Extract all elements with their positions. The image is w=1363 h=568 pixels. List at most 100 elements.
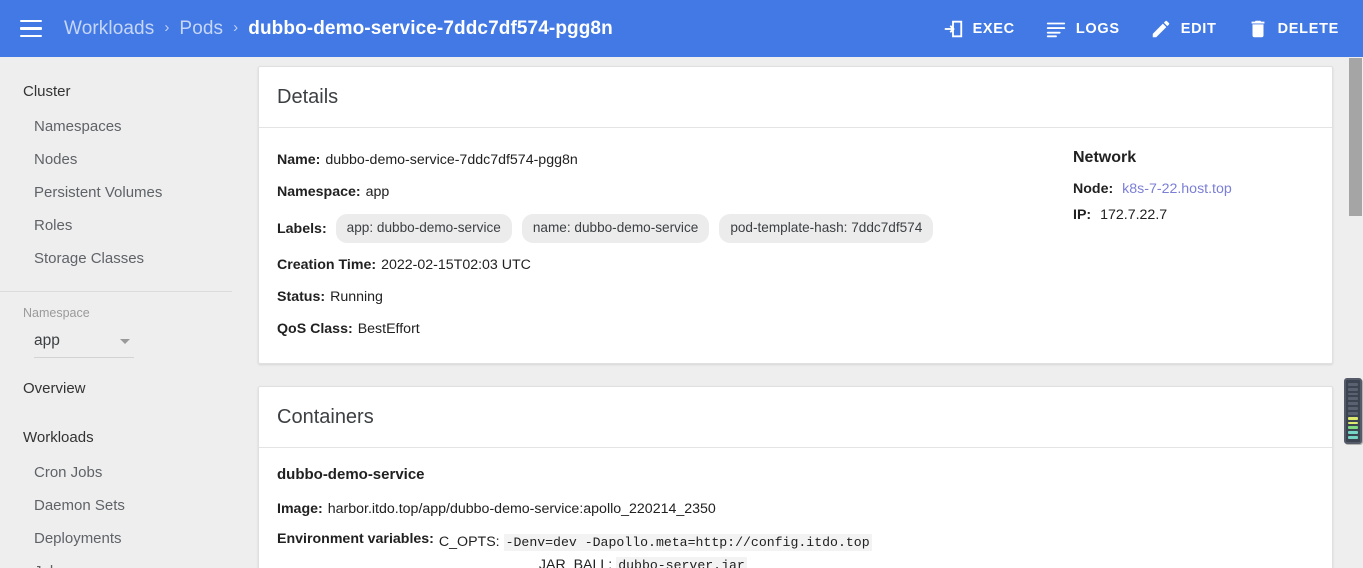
network-section-title: Network: [1073, 149, 1137, 166]
sidebar-group-cluster[interactable]: Cluster: [0, 73, 232, 110]
namespace-select-value: app: [34, 332, 60, 349]
breadcrumb: Workloads › Pods › dubbo-demo-service-7d…: [64, 18, 613, 40]
network-row-node: Node: k8s-7-22.host.top: [1073, 176, 1314, 202]
sidebar-item-roles[interactable]: Roles: [0, 209, 232, 242]
sidebar-item-jobs[interactable]: Jobs: [0, 555, 232, 568]
logs-lines-icon: [1045, 18, 1067, 40]
minimap-line-highlight: [1348, 421, 1358, 425]
edit-button[interactable]: EDIT: [1150, 18, 1217, 40]
delete-button[interactable]: DELETE: [1247, 18, 1339, 40]
container-label-image: Image:: [277, 501, 323, 517]
network-value-node-link[interactable]: k8s-7-22.host.top: [1122, 181, 1232, 197]
minimap-line-highlight: [1348, 431, 1358, 435]
namespace-selector-block: Namespace app: [0, 292, 232, 358]
hamburger-icon[interactable]: [14, 12, 48, 46]
sidebar-item-storage-classes[interactable]: Storage Classes: [0, 242, 232, 275]
trash-icon: [1247, 18, 1269, 40]
minimap-line-highlight: [1348, 436, 1358, 439]
sidebar-item-cron-jobs[interactable]: Cron Jobs: [0, 456, 232, 489]
sidebar-item-deployments[interactable]: Deployments: [0, 522, 232, 555]
env-var-value: dubbo-server.jar: [616, 557, 747, 568]
container-value-image: harbor.itdo.top/app/dubbo-demo-service:a…: [327, 501, 716, 517]
details-card: Details Name: dubbo-demo-service-7ddc7df…: [258, 66, 1333, 364]
container-row-image: Image: harbor.itdo.top/app/dubbo-demo-se…: [277, 493, 1314, 525]
label-chip[interactable]: name: dubbo-demo-service: [521, 214, 710, 243]
exec-button[interactable]: EXEC: [942, 18, 1015, 40]
container-row-env-vars: Environment variables: C_OPTS: -Denv=dev…: [277, 525, 1314, 568]
env-var-list: C_OPTS: -Denv=dev -Dapollo.meta=http://c…: [439, 531, 872, 568]
detail-row-creation-time: Creation Time: 2022-02-15T02:03 UTC: [277, 249, 1037, 281]
logs-button[interactable]: LOGS: [1045, 18, 1120, 40]
label-chip[interactable]: app: dubbo-demo-service: [335, 214, 512, 243]
minimap-line: [1348, 392, 1358, 396]
edit-button-label: EDIT: [1180, 20, 1217, 37]
details-left-column: Name: dubbo-demo-service-7ddc7df574-pgg8…: [277, 144, 1037, 345]
hamburger-bar: [20, 27, 42, 30]
containers-card-title: Containers: [259, 387, 1332, 448]
container-label-env-vars: Environment variables:: [277, 531, 434, 547]
container-name: dubbo-demo-service: [277, 466, 425, 483]
breadcrumb-item-current: dubbo-demo-service-7ddc7df574-pgg8n: [248, 17, 613, 39]
minimap-line: [1348, 402, 1358, 406]
sidebar-item-persistent-volumes[interactable]: Persistent Volumes: [0, 176, 232, 209]
hamburger-bar: [20, 19, 42, 23]
detail-label-labels: Labels:: [277, 220, 327, 237]
sidebar-item-nodes[interactable]: Nodes: [0, 143, 232, 176]
detail-value-name: dubbo-demo-service-7ddc7df574-pgg8n: [325, 152, 578, 168]
sidebar-group-workloads[interactable]: Workloads: [0, 419, 232, 456]
delete-button-label: DELETE: [1277, 20, 1339, 37]
page-scrollbar-thumb[interactable]: [1349, 58, 1362, 216]
network-label-ip: IP:: [1073, 207, 1092, 223]
label-chip[interactable]: pod-template-hash: 7ddc7df574: [719, 214, 934, 243]
env-var-name: C_OPTS:: [438, 534, 500, 550]
breadcrumb-separator-icon: ›: [233, 19, 239, 36]
logs-button-label: LOGS: [1075, 20, 1120, 37]
network-label-node: Node:: [1073, 181, 1114, 197]
detail-label-status: Status:: [277, 289, 326, 305]
detail-row-labels: Labels: app: dubbo-demo-service name: du…: [277, 208, 1037, 249]
page-scrollbar-track[interactable]: [1344, 57, 1363, 568]
details-card-title: Details: [259, 67, 1332, 128]
env-var-name: JAR_BALL:: [538, 557, 613, 568]
minimap-line: [1348, 387, 1358, 391]
breadcrumb-separator-icon: ›: [164, 19, 170, 36]
detail-row-name: Name: dubbo-demo-service-7ddc7df574-pgg8…: [277, 144, 1037, 176]
sidebar-item-daemon-sets[interactable]: Daemon Sets: [0, 489, 232, 522]
exec-button-label: EXEC: [972, 20, 1015, 37]
detail-row-namespace: Namespace: app: [277, 176, 1037, 208]
details-card-body: Name: dubbo-demo-service-7ddc7df574-pgg8…: [259, 128, 1332, 363]
chevron-down-icon: [120, 338, 130, 344]
network-value-ip: 172.7.22.7: [1100, 207, 1168, 223]
detail-row-qos-class: QoS Class: BestEffort: [277, 313, 1037, 345]
exec-terminal-icon: [942, 18, 964, 40]
detail-row-status: Status: Running: [277, 281, 1037, 313]
detail-value-creation-time: 2022-02-15T02:03 UTC: [381, 257, 531, 273]
detail-value-status: Running: [330, 289, 383, 305]
sidebar-item-overview[interactable]: Overview: [0, 370, 232, 407]
minimap-line: [1348, 407, 1358, 410]
main-content: Details Name: dubbo-demo-service-7ddc7df…: [232, 57, 1363, 568]
header-actions: EXEC LOGS EDIT DELETE: [942, 18, 1347, 40]
containers-card: Containers dubbo-demo-service Image: har…: [258, 386, 1333, 568]
minimap-line: [1348, 397, 1358, 401]
sidebar-item-namespaces[interactable]: Namespaces: [0, 110, 232, 143]
namespace-selector-label: Namespace: [23, 306, 90, 320]
detail-label-namespace: Namespace:: [277, 184, 361, 200]
kubernetes-dashboard-page: Workloads › Pods › dubbo-demo-service-7d…: [0, 0, 1363, 568]
detail-label-qos-class: QoS Class:: [277, 321, 353, 337]
breadcrumb-item-pods[interactable]: Pods: [179, 18, 223, 40]
pencil-icon: [1150, 18, 1172, 40]
detail-label-name: Name:: [277, 152, 321, 168]
detail-value-qos-class: BestEffort: [357, 321, 420, 337]
network-row-ip: IP: 172.7.22.7: [1073, 202, 1314, 228]
breadcrumb-item-workloads[interactable]: Workloads: [64, 18, 154, 40]
env-var-item: C_OPTS: -Denv=dev -Dapollo.meta=http://c…: [439, 531, 872, 554]
env-var-item: JAR_BALL: dubbo-server.jar: [439, 554, 872, 568]
scroll-minimap-indicator[interactable]: [1344, 378, 1362, 444]
details-network-column: Network Node: k8s-7-22.host.top IP: 172.…: [1037, 144, 1314, 345]
namespace-select[interactable]: app: [34, 332, 134, 358]
minimap-line: [1348, 383, 1358, 386]
minimap-line-highlight: [1348, 426, 1358, 430]
